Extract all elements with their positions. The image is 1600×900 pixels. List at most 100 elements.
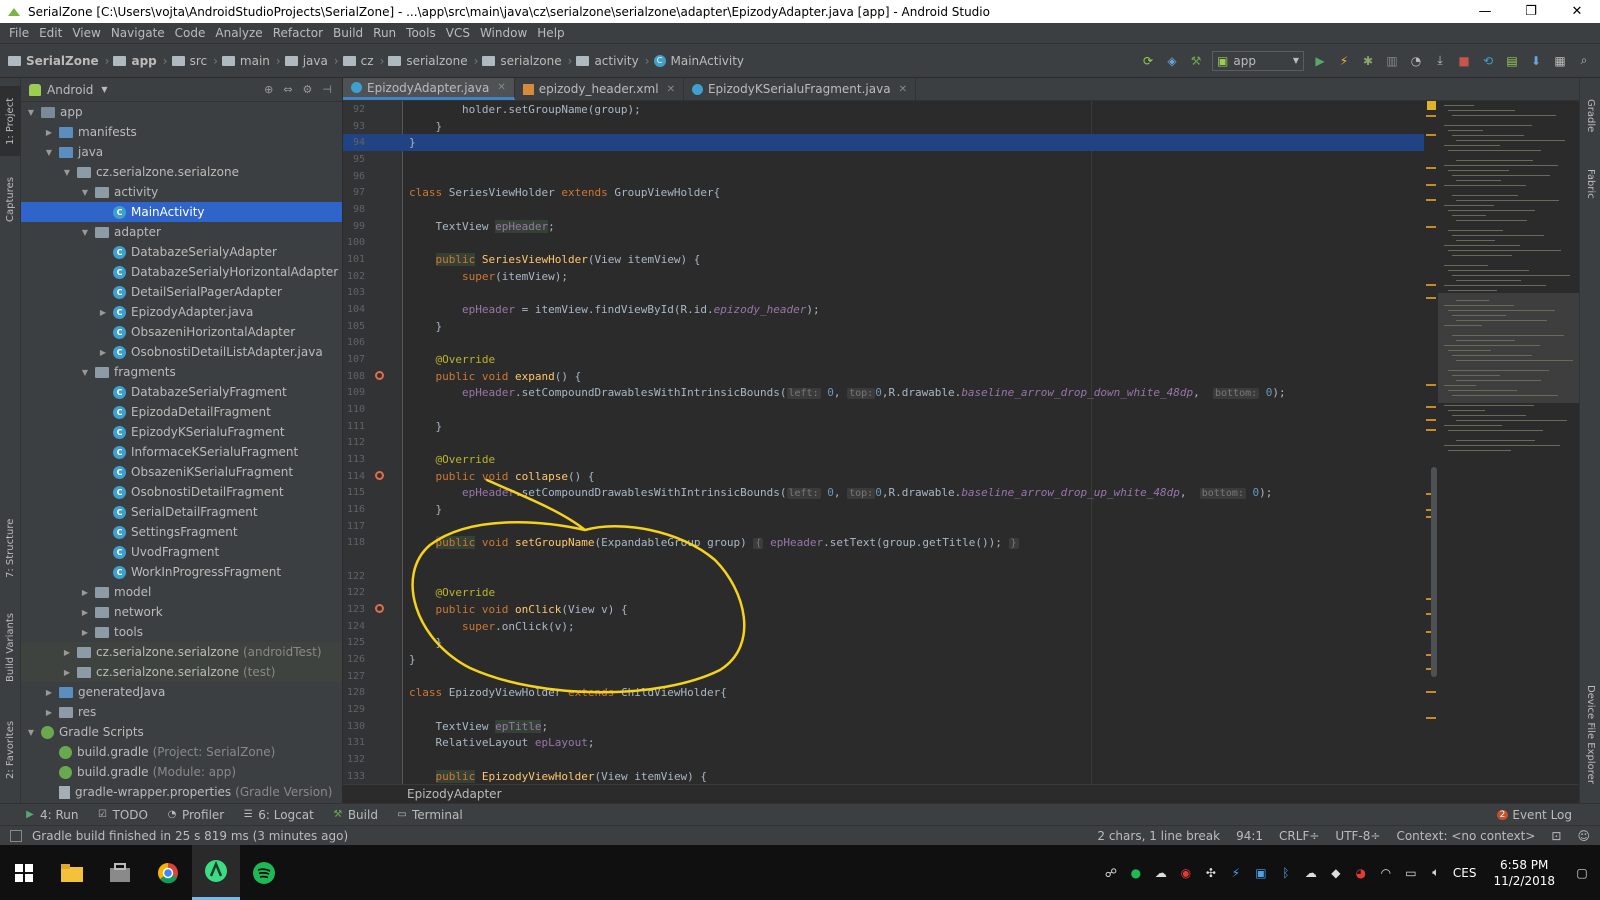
toolbox-app[interactable] bbox=[96, 845, 144, 900]
editor-tab[interactable]: EpizodyKSerialuFragment.java ✕ bbox=[684, 78, 916, 100]
tool-build[interactable]: ⚒ Build bbox=[332, 808, 378, 822]
menu-window[interactable]: Window bbox=[475, 26, 532, 40]
tree-item[interactable]: ▶ generatedJava bbox=[21, 682, 342, 702]
code-line[interactable]: 97 class SeriesViewHolder extends GroupVi… bbox=[343, 184, 1439, 201]
locate-icon[interactable]: ⊕ bbox=[264, 83, 273, 96]
code-line[interactable]: 111 } bbox=[343, 418, 1439, 435]
warning-marker[interactable] bbox=[1426, 226, 1436, 228]
code-line[interactable]: 109 epHeader.setCompoundDrawablesWithInt… bbox=[343, 384, 1439, 401]
code-line[interactable]: 122 bbox=[343, 568, 1439, 585]
warning-marker[interactable] bbox=[1426, 284, 1436, 286]
maximize-button[interactable]: ❐ bbox=[1508, 0, 1554, 23]
breadcrumb-item[interactable]: SerialZone › bbox=[8, 54, 109, 68]
chevron-down-icon[interactable]: ▼ bbox=[79, 188, 91, 197]
chevron-right-icon[interactable]: ▶ bbox=[61, 648, 73, 657]
menu-view[interactable]: View bbox=[67, 26, 105, 40]
code-line[interactable]: 110 bbox=[343, 401, 1439, 418]
tree-item[interactable]: ▶ C OsobnostiDetailListAdapter.java bbox=[21, 342, 342, 362]
close-icon[interactable]: ✕ bbox=[497, 82, 505, 93]
clock[interactable]: 6:58 PM 11/2/2018 bbox=[1493, 857, 1555, 889]
dropbox-icon[interactable]: ◆ bbox=[1328, 865, 1344, 881]
code-line[interactable]: 107 @Override bbox=[343, 351, 1439, 368]
menu-navigate[interactable]: Navigate bbox=[106, 26, 170, 40]
monitor-icon[interactable]: ▣ bbox=[1253, 865, 1269, 881]
override-method-icon[interactable] bbox=[375, 471, 384, 480]
wifi-icon[interactable]: ◠ bbox=[1378, 865, 1394, 881]
chevron-right-icon[interactable]: ▶ bbox=[97, 348, 109, 357]
status-encoding[interactable]: UTF-8÷ bbox=[1335, 829, 1380, 843]
status-message[interactable]: Gradle build finished in 25 s 819 ms (3 … bbox=[32, 829, 348, 843]
tool-profiler[interactable]: ◔ Profiler bbox=[166, 808, 225, 822]
tool-window-toggle-icon[interactable] bbox=[10, 829, 22, 842]
tree-item[interactable]: C InformaceKSerialuFragment bbox=[21, 442, 342, 462]
attach-debugger-icon[interactable]: ⤓ bbox=[1432, 53, 1448, 69]
chevron-right-icon[interactable]: ▶ bbox=[97, 308, 109, 317]
tree-item[interactable]: gradle-wrapper.properties (Gradle Version… bbox=[21, 782, 342, 802]
chevron-right-icon[interactable]: ▶ bbox=[79, 588, 91, 597]
code-line[interactable]: 98 bbox=[343, 201, 1439, 218]
code-minimap[interactable] bbox=[1438, 101, 1579, 784]
coverage-icon[interactable]: ▥ bbox=[1384, 53, 1400, 69]
close-icon[interactable]: ✕ bbox=[667, 84, 675, 95]
run-config-select[interactable]: ▣ app ▼ bbox=[1212, 50, 1304, 71]
menu-tools[interactable]: Tools bbox=[401, 26, 441, 40]
start-button[interactable] bbox=[0, 845, 48, 900]
stop-icon[interactable]: ■ bbox=[1456, 53, 1472, 69]
tree-item[interactable]: ▼ app bbox=[21, 102, 342, 122]
bluetooth-icon[interactable]: ᛒ bbox=[1278, 865, 1294, 881]
menu-refactor[interactable]: Refactor bbox=[268, 26, 328, 40]
code-line[interactable]: 96 bbox=[343, 168, 1439, 185]
profile-icon[interactable]: ◔ bbox=[1408, 53, 1424, 69]
tree-item[interactable]: ▼ adapter bbox=[21, 222, 342, 242]
code-line[interactable]: 115 epHeader.setCompoundDrawablesWithInt… bbox=[343, 484, 1439, 501]
breadcrumb-item[interactable]: C MainActivity bbox=[653, 54, 744, 68]
chevron-right-icon[interactable]: ▶ bbox=[79, 608, 91, 617]
project-view-mode[interactable]: Android bbox=[47, 83, 93, 97]
code-line[interactable]: 95 bbox=[343, 151, 1439, 168]
tool-tab-favorites[interactable]: 2: Favorites bbox=[0, 710, 21, 790]
tree-item[interactable]: ▼ fragments bbox=[21, 362, 342, 382]
code-line[interactable]: 100 bbox=[343, 234, 1439, 251]
tool-terminal[interactable]: ▭ Terminal bbox=[396, 808, 462, 822]
tree-item[interactable]: C ObsazeniHorizontalAdapter bbox=[21, 322, 342, 342]
chevron-right-icon[interactable]: ▶ bbox=[43, 708, 55, 717]
tree-item[interactable]: C OsobnostiDetailFragment bbox=[21, 482, 342, 502]
layers-icon[interactable]: ◈ bbox=[1164, 53, 1180, 69]
code-line[interactable]: 93 } bbox=[343, 118, 1439, 135]
warning-marker[interactable] bbox=[1426, 384, 1436, 386]
code-line[interactable]: 127 bbox=[343, 668, 1439, 685]
tree-item[interactable]: ▼ java bbox=[21, 142, 342, 162]
android-studio-app[interactable] bbox=[192, 845, 240, 900]
sdk-manager-icon[interactable]: ⬇ bbox=[1528, 53, 1544, 69]
warning-marker[interactable] bbox=[1426, 429, 1436, 431]
warning-marker[interactable] bbox=[1426, 184, 1436, 186]
collapse-all-icon[interactable]: ⇔ bbox=[283, 83, 292, 96]
code-line[interactable]: 117 bbox=[343, 518, 1439, 535]
chevron-right-icon[interactable]: ▶ bbox=[79, 628, 91, 637]
tree-item[interactable]: ▶ network bbox=[21, 602, 342, 622]
code-line[interactable]: 130 TextView epTitle; bbox=[343, 718, 1439, 735]
chevron-right-icon[interactable]: ▶ bbox=[43, 128, 55, 137]
tree-item[interactable]: C MainActivity bbox=[21, 202, 342, 222]
menu-run[interactable]: Run bbox=[368, 26, 401, 40]
tool-logcat[interactable]: ☰ 6: Logcat bbox=[242, 808, 314, 822]
tree-item[interactable]: ▶ cz.serialzone.serialzone (androidTest) bbox=[21, 642, 342, 662]
code-line[interactable]: 102 super(itemView); bbox=[343, 268, 1439, 285]
tool-tab-captures[interactable]: Captures bbox=[0, 168, 21, 232]
status-context[interactable]: Context: <no context> bbox=[1396, 829, 1535, 843]
avd-manager-icon[interactable]: ▤ bbox=[1504, 53, 1520, 69]
tree-item[interactable]: ▶ res bbox=[21, 702, 342, 722]
onedrive-icon[interactable]: ☁ bbox=[1303, 865, 1319, 881]
tree-item[interactable]: ▶ manifests bbox=[21, 122, 342, 142]
status-line-separator[interactable]: CRLF÷ bbox=[1279, 829, 1319, 843]
chevron-right-icon[interactable]: ▶ bbox=[43, 688, 55, 697]
gradle-sync-icon[interactable]: ⟲ bbox=[1480, 53, 1496, 69]
code-line[interactable]: 118 public void setGroupName(ExpandableG… bbox=[343, 534, 1439, 551]
code-line[interactable]: 123 public void onClick(View v) { bbox=[343, 601, 1439, 618]
breadcrumb-item[interactable]: src › bbox=[171, 54, 218, 68]
code-line[interactable]: 125 } bbox=[343, 634, 1439, 651]
tree-item[interactable]: ▼ cz.serialzone.serialzone bbox=[21, 162, 342, 182]
code-line[interactable]: 105 } bbox=[343, 318, 1439, 335]
battery-icon[interactable]: ▭ bbox=[1403, 865, 1419, 881]
tool-event-log[interactable]: 2 Event Log bbox=[1496, 808, 1572, 822]
